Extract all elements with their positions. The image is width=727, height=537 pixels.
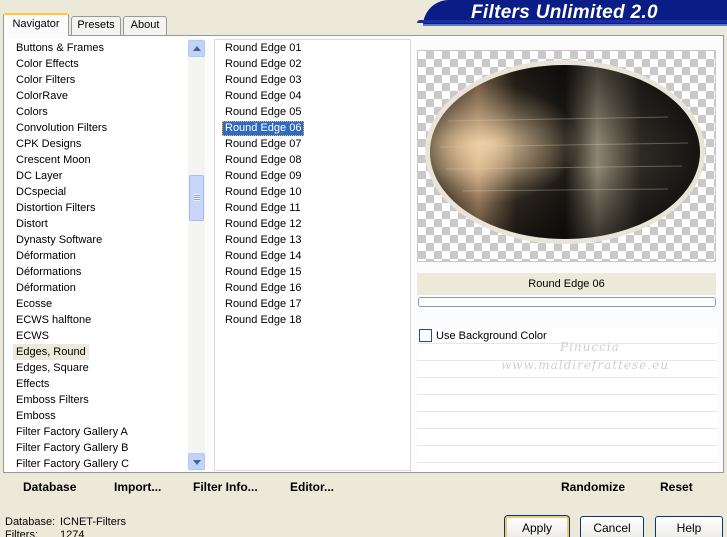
filter-item[interactable]: Round Edge 10: [222, 185, 304, 200]
filter-item[interactable]: Round Edge 08: [222, 153, 304, 168]
category-item[interactable]: Emboss: [13, 408, 59, 424]
app-title: Filters Unlimited 2.0: [471, 2, 658, 23]
param-row: [417, 379, 717, 395]
filter-item[interactable]: Round Edge 11: [222, 201, 304, 216]
filters-count-value: 1274: [60, 529, 85, 537]
category-item[interactable]: Convolution Filters: [13, 120, 110, 136]
category-item[interactable]: DC Layer: [13, 168, 65, 184]
database-status-value: ICNET-Filters: [60, 516, 126, 528]
category-item[interactable]: Filter Factory Gallery B: [13, 440, 131, 456]
category-scrollbar[interactable]: [188, 39, 205, 471]
filter-item[interactable]: Round Edge 04: [222, 89, 304, 104]
use-background-color-label: Use Background Color: [436, 330, 547, 342]
watermark-name: Pinuccia: [560, 340, 620, 354]
category-item[interactable]: Déformation: [13, 248, 79, 264]
param-row: [417, 396, 717, 412]
filter-item[interactable]: Round Edge 14: [222, 249, 304, 264]
filter-item[interactable]: Round Edge 02: [222, 57, 304, 72]
watermark-url: www.maldirefrattese.eu: [501, 358, 669, 372]
category-item[interactable]: ECWS: [13, 328, 52, 344]
category-item[interactable]: Edges, Round: [13, 344, 89, 360]
randomize-button[interactable]: Randomize: [561, 480, 625, 494]
filter-list[interactable]: Round Edge 01 Round Edge 02 Round Edge 03 R…: [214, 39, 411, 471]
category-item[interactable]: Colors: [13, 104, 51, 120]
category-item[interactable]: Distortion Filters: [13, 200, 98, 216]
import-button[interactable]: Import...: [114, 480, 161, 494]
category-item[interactable]: DCspecial: [13, 184, 69, 200]
category-item[interactable]: Buttons & Frames: [13, 40, 107, 56]
apply-button[interactable]: Apply: [504, 515, 570, 537]
category-item[interactable]: Color Filters: [13, 72, 78, 88]
category-item[interactable]: Distort: [13, 216, 51, 232]
tab-about[interactable]: About: [123, 16, 167, 35]
title-banner: Filters Unlimited 2.0: [417, 0, 727, 26]
category-item[interactable]: CPK Designs: [13, 136, 84, 152]
category-item[interactable]: Filter Factory Gallery C: [13, 456, 132, 472]
category-item[interactable]: ColorRave: [13, 88, 71, 104]
category-item[interactable]: ECWS halftone: [13, 312, 94, 328]
category-item[interactable]: Crescent Moon: [13, 152, 94, 168]
category-item[interactable]: Déformation: [13, 280, 79, 296]
scroll-up-button[interactable]: [188, 40, 205, 57]
scroll-down-button[interactable]: [188, 453, 205, 470]
filter-item[interactable]: Round Edge 12: [222, 217, 304, 232]
cancel-button[interactable]: Cancel: [580, 516, 644, 537]
filters-count-label: Filters:: [5, 529, 38, 537]
filter-item[interactable]: Round Edge 05: [222, 105, 304, 120]
filter-item[interactable]: Round Edge 17: [222, 297, 304, 312]
preview-image: [425, 60, 705, 244]
selected-filter-name: Round Edge 06: [417, 273, 716, 295]
reset-button[interactable]: Reset: [660, 480, 693, 494]
filter-info-button[interactable]: Filter Info...: [193, 480, 258, 494]
param-row: [417, 413, 717, 429]
filter-item[interactable]: Round Edge 13: [222, 233, 304, 248]
category-item[interactable]: Dynasty Software: [13, 232, 105, 248]
tab-navigator[interactable]: Navigator: [3, 13, 69, 36]
filter-item[interactable]: Round Edge 01: [222, 41, 304, 56]
category-item[interactable]: Effects: [13, 376, 52, 392]
filter-item[interactable]: Round Edge 15: [222, 265, 304, 280]
database-button[interactable]: Database: [23, 480, 76, 494]
filter-item[interactable]: Round Edge 09: [222, 169, 304, 184]
database-status-label: Database:: [5, 516, 56, 528]
param-row: [417, 447, 717, 463]
editor-button[interactable]: Editor...: [290, 480, 334, 494]
category-item[interactable]: Filter Factory Gallery A: [13, 424, 131, 440]
help-button[interactable]: Help: [655, 516, 723, 537]
tab-presets[interactable]: Presets: [71, 16, 121, 35]
category-item[interactable]: Ecosse: [13, 296, 55, 312]
category-item[interactable]: Emboss Filters: [13, 392, 92, 408]
progress-bar: [418, 297, 716, 307]
category-item[interactable]: Déformations: [13, 264, 84, 280]
filter-item[interactable]: Round Edge 18: [222, 313, 304, 328]
category-item[interactable]: Color Effects: [13, 56, 82, 72]
category-item[interactable]: Edges, Square: [13, 360, 92, 376]
filter-item[interactable]: Round Edge 03: [222, 73, 304, 88]
use-background-color-checkbox[interactable]: [419, 329, 432, 342]
filter-item[interactable]: Round Edge 16: [222, 281, 304, 296]
category-list[interactable]: Buttons & Frames Color Effects Color Filte…: [8, 39, 188, 471]
bottom-toolbar: Database Import... Filter Info... Editor…: [8, 474, 724, 499]
filter-item[interactable]: Round Edge 07: [222, 137, 304, 152]
parameter-area: Use Background Color Pinuccia www.maldir…: [417, 328, 717, 472]
filter-item[interactable]: Round Edge 06: [222, 121, 305, 136]
scroll-thumb[interactable]: [189, 175, 204, 221]
param-row: [417, 430, 717, 446]
filter-preview: [417, 50, 716, 262]
